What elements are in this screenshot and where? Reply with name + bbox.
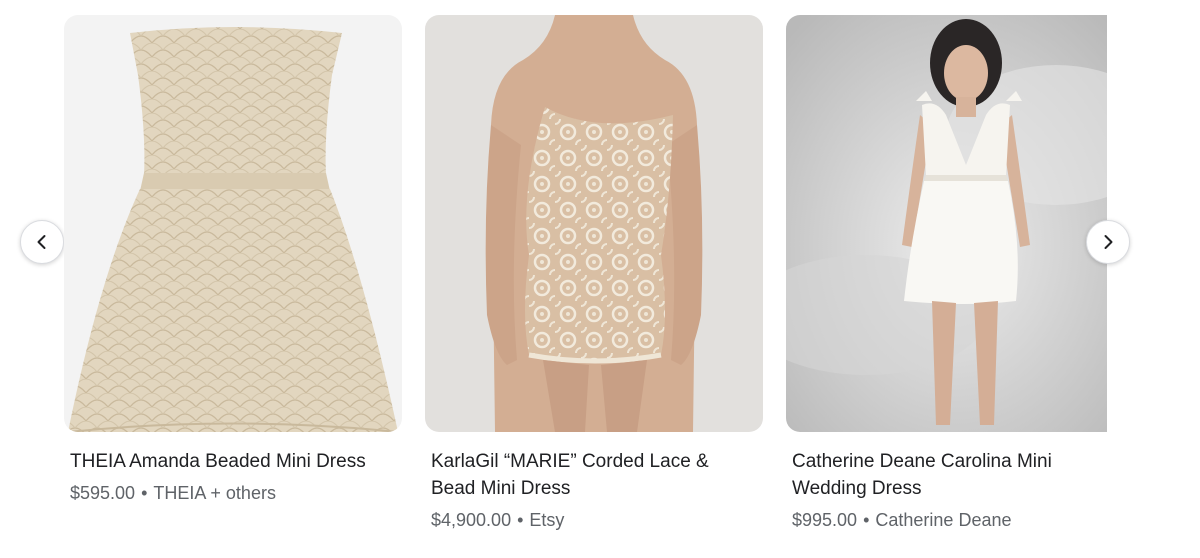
product-card[interactable]: THEIA Amanda Beaded Mini Dress $595.00 • T… bbox=[64, 15, 402, 505]
dress-image bbox=[64, 15, 402, 432]
product-card[interactable]: Catherine Deane Carolina Mini Wedding Dr… bbox=[786, 15, 1107, 532]
product-price: $4,900.00 bbox=[431, 510, 512, 530]
product-meta: $995.00 • Catherine Deane bbox=[792, 510, 1012, 530]
product-price: $595.00 bbox=[70, 483, 136, 503]
product-title[interactable]: Catherine Deane Carolina Mini Wedding Dr… bbox=[792, 448, 1107, 502]
product-seller: Etsy bbox=[529, 510, 565, 530]
carousel-track: THEIA Amanda Beaded Mini Dress $595.00 • T… bbox=[64, 15, 1107, 558]
product-image[interactable] bbox=[786, 15, 1107, 432]
product-meta: $595.00 • THEIA + others bbox=[70, 483, 276, 503]
chevron-left-icon bbox=[37, 235, 46, 249]
product-title[interactable]: THEIA Amanda Beaded Mini Dress bbox=[70, 448, 396, 475]
product-image[interactable] bbox=[64, 15, 402, 432]
product-meta: $4,900.00 • Etsy bbox=[431, 510, 565, 530]
product-carousel: THEIA Amanda Beaded Mini Dress $595.00 • T… bbox=[0, 0, 1200, 558]
carousel-prev-button[interactable] bbox=[20, 220, 64, 264]
dress-image bbox=[425, 15, 763, 432]
product-title[interactable]: KarlaGil “MARIE” Corded Lace & Bead Mini… bbox=[431, 448, 757, 502]
carousel-next-button[interactable] bbox=[1086, 220, 1130, 264]
chevron-right-icon bbox=[1104, 235, 1113, 249]
product-price: $995.00 bbox=[792, 510, 858, 530]
product-seller: THEIA + others bbox=[153, 483, 276, 503]
product-seller: Catherine Deane bbox=[875, 510, 1012, 530]
dress-image bbox=[786, 15, 1107, 432]
product-image[interactable] bbox=[425, 15, 763, 432]
product-card[interactable]: KarlaGil “MARIE” Corded Lace & Bead Mini… bbox=[425, 15, 763, 532]
